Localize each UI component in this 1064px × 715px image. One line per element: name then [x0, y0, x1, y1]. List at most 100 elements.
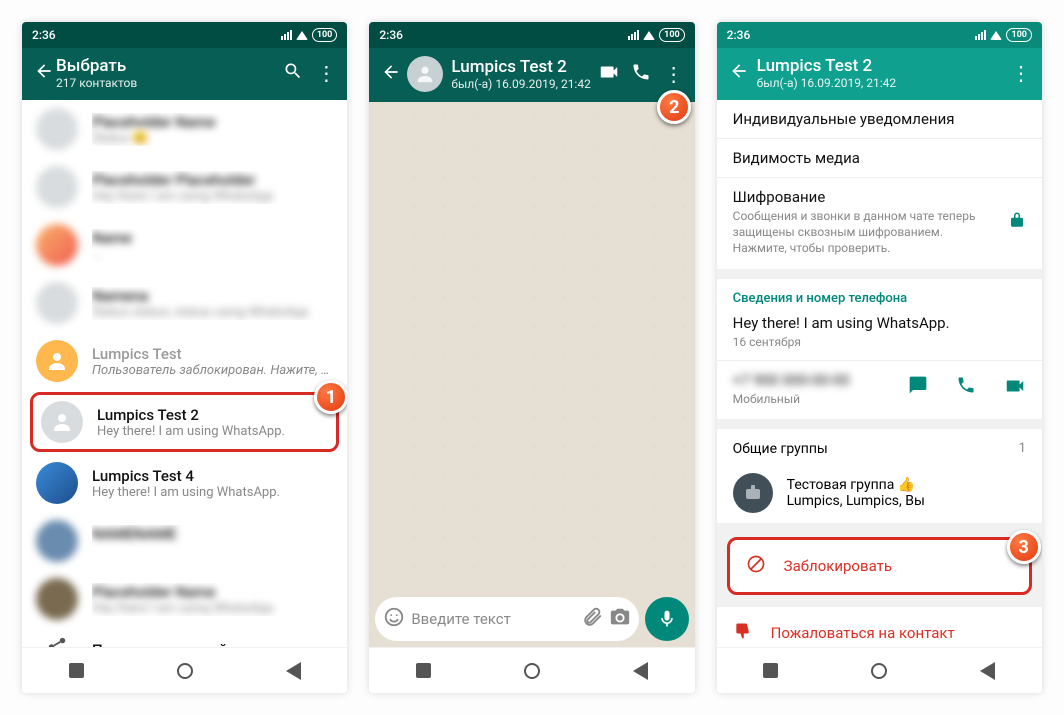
back-nav-button[interactable]: [286, 662, 301, 680]
chat-last-seen: был(-а) 16.09.2019, 21:42: [451, 77, 592, 91]
emoji-icon[interactable]: [383, 606, 405, 632]
info-last-seen: был(-а) 16.09.2019, 21:42: [757, 76, 1004, 90]
lock-icon: [1008, 211, 1026, 233]
thumbs-down-icon: [733, 621, 753, 645]
block-label: Заблокировать: [784, 557, 892, 575]
list-item[interactable]: Name...: [22, 216, 347, 274]
battery-icon: 100: [312, 28, 338, 42]
battery-icon: 100: [1006, 28, 1032, 42]
video-icon[interactable]: [1004, 375, 1026, 402]
home-button[interactable]: [177, 663, 193, 679]
signal-icon: [975, 30, 986, 40]
screen-contacts: 2:36 100 Выбрать 217 контактов ⋮ Placeho…: [22, 22, 347, 693]
callout-badge-1: 1: [314, 380, 347, 414]
screen-chat: 2:36 100 Lumpics Test 2 был(-а) 16.09.20…: [369, 22, 694, 693]
message-icon[interactable]: [908, 375, 928, 402]
avatar: [36, 462, 78, 504]
camera-icon[interactable]: [609, 606, 631, 632]
report-label: Пожаловаться на контакт: [771, 624, 955, 642]
video-call-button[interactable]: [593, 61, 625, 88]
android-navbar: [22, 647, 347, 693]
chat-title: Lumpics Test 2: [451, 57, 592, 77]
groups-count: 1: [1019, 441, 1026, 456]
contact-lumpics-test-2[interactable]: Lumpics Test 2 Hey there! I am using Wha…: [30, 392, 339, 452]
header: Выбрать 217 контактов ⋮: [22, 48, 347, 100]
wifi-icon: [643, 31, 655, 40]
voice-call-button[interactable]: [625, 62, 657, 87]
statusbar: 2:36 100: [22, 22, 347, 48]
search-button[interactable]: [277, 61, 309, 86]
group-avatar: [733, 473, 773, 513]
encryption-title: Шифрование: [733, 188, 998, 206]
list-item[interactable]: Placeholder PlaceholderHey there I am us…: [22, 158, 347, 216]
menu-button[interactable]: ⋮: [1004, 61, 1036, 85]
share-icon: [36, 636, 78, 647]
recent-apps-button[interactable]: [416, 663, 431, 678]
back-nav-button[interactable]: [633, 662, 648, 680]
list-item[interactable]: Placeholder NameHey there I am using Wha…: [22, 570, 347, 628]
info-title: Lumpics Test 2: [757, 56, 1004, 76]
contacts-count: 217 контактов: [56, 76, 277, 90]
recent-apps-button[interactable]: [763, 663, 778, 678]
signal-icon: [628, 30, 639, 40]
clock: 2:36: [32, 28, 56, 42]
clock: 2:36: [727, 28, 751, 42]
phone-number: +7 900 000-00-00: [733, 371, 850, 389]
battery-icon: 100: [659, 28, 685, 42]
input-placeholder: Введите текст: [411, 610, 574, 628]
statusbar: 2:36 100: [369, 22, 694, 48]
report-button[interactable]: Пожаловаться на контакт: [717, 607, 1042, 647]
avatar: [36, 340, 78, 382]
back-button[interactable]: [32, 61, 56, 86]
group-row[interactable]: Тестовая группа 👍 Lumpics, Lumpics, Вы: [717, 463, 1042, 523]
chat-header[interactable]: Lumpics Test 2 был(-а) 16.09.2019, 21:42…: [369, 48, 694, 102]
contact-status: Hey there! I am using WhatsApp.: [97, 424, 328, 439]
android-navbar: [717, 647, 1042, 693]
home-button[interactable]: [871, 663, 887, 679]
back-nav-button[interactable]: [980, 662, 995, 680]
about-text: Hey there! I am using WhatsApp.: [733, 314, 1026, 332]
info-panel[interactable]: Индивидуальные уведомления Видимость мед…: [717, 100, 1042, 647]
invite-friends[interactable]: Пригласить друзей: [22, 628, 347, 647]
home-button[interactable]: [524, 663, 540, 679]
back-button[interactable]: [727, 61, 751, 86]
menu-button[interactable]: ⋮: [309, 61, 341, 85]
contact-name: Lumpics Test 4: [92, 467, 333, 485]
about-date: 16 сентября: [733, 334, 1026, 350]
group-members: Lumpics, Lumpics, Вы: [787, 493, 1026, 509]
back-button[interactable]: [379, 62, 403, 87]
chat-area[interactable]: [369, 102, 694, 591]
clock: 2:36: [379, 28, 403, 42]
phone-type: Мобильный: [733, 391, 850, 407]
contact-lumpics-test[interactable]: Lumpics Test Пользователь заблокирован. …: [22, 332, 347, 390]
input-bar: Введите текст: [369, 591, 694, 647]
callout-badge-3: 3: [1007, 530, 1041, 564]
encryption-row[interactable]: Шифрование Сообщения и звонки в данном ч…: [733, 188, 1026, 257]
contact-name: Lumpics Test 2: [97, 406, 328, 424]
groups-header: Общие группы: [733, 441, 828, 457]
media-visibility[interactable]: Видимость медиа: [733, 149, 1026, 167]
block-icon: [746, 554, 766, 578]
contact-status: Hey there! I am using WhatsApp.: [92, 485, 333, 500]
recent-apps-button[interactable]: [69, 663, 84, 678]
signal-icon: [281, 30, 292, 40]
list-item[interactable]: NAMENAME: [22, 512, 347, 570]
menu-button[interactable]: ⋮: [657, 62, 689, 86]
call-icon[interactable]: [956, 375, 976, 402]
avatar[interactable]: [407, 56, 443, 92]
list-item[interactable]: NamenaStatus status; status using WhatsA…: [22, 274, 347, 332]
avatar: [41, 401, 83, 443]
contacts-list[interactable]: Placeholder NameStatus 😊 Placeholder Pla…: [22, 100, 347, 647]
screen-contact-info: 2:36 100 Lumpics Test 2 был(-а) 16.09.20…: [717, 22, 1042, 693]
block-button[interactable]: Заблокировать: [727, 537, 1032, 595]
about-header: Сведения и номер телефона: [733, 291, 1026, 306]
custom-notifications[interactable]: Индивидуальные уведомления: [733, 110, 1026, 128]
attach-icon[interactable]: [581, 606, 603, 632]
list-item[interactable]: Placeholder NameStatus 😊: [22, 100, 347, 158]
contact-lumpics-test-4[interactable]: Lumpics Test 4 Hey there! I am using Wha…: [22, 454, 347, 512]
page-title: Выбрать: [56, 56, 277, 76]
group-name: Тестовая группа 👍: [787, 477, 1026, 493]
message-input[interactable]: Введите текст: [375, 597, 638, 641]
mic-button[interactable]: [645, 597, 689, 641]
wifi-icon: [296, 31, 308, 40]
